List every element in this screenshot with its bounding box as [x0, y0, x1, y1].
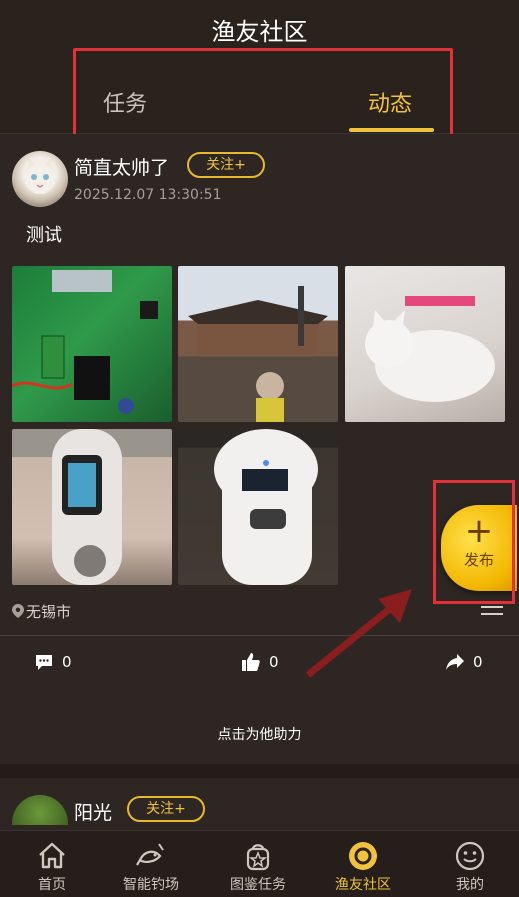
home-icon — [39, 842, 65, 869]
tabbar-item-community[interactable]: 渔友社区 — [311, 830, 415, 894]
post-photo-temple-gate[interactable] — [178, 266, 338, 422]
post-location: 无锡市 — [12, 601, 71, 622]
tabs-highlight-box — [73, 48, 453, 144]
badge-icon — [246, 844, 270, 871]
tabbar-label-profile: 我的 — [456, 877, 484, 893]
post-photo-scanner-device[interactable] — [178, 429, 338, 585]
like-button[interactable]: 0 — [241, 652, 279, 672]
location-pin-icon — [12, 604, 24, 618]
post-username[interactable]: 简直太帅了 — [74, 153, 169, 180]
avatar[interactable] — [12, 151, 68, 207]
post-photo-circuit-board[interactable] — [12, 266, 172, 422]
tabbar-item-profile[interactable]: 我的 — [418, 830, 519, 894]
post-text: 测试 — [26, 225, 62, 246]
post-separator — [0, 764, 519, 778]
share-count: 0 — [473, 653, 483, 671]
comment-button[interactable]: 0 — [34, 652, 72, 672]
post-timestamp: 2025.12.07 13:30:51 — [74, 187, 222, 203]
tabbar-label-badge: 图鉴任务 — [230, 877, 286, 893]
share-button[interactable]: 0 — [445, 652, 483, 672]
publish-highlight-box — [433, 480, 515, 604]
fishing-icon — [136, 843, 164, 866]
tabbar-item-fishing[interactable]: 智能钓场 — [99, 830, 203, 894]
profile-icon — [455, 841, 485, 871]
like-count: 0 — [269, 653, 279, 671]
thumbs-up-icon — [242, 653, 260, 671]
tabbar-item-badge[interactable]: 图鉴任务 — [206, 830, 310, 894]
cat-avatar-icon — [25, 157, 55, 194]
community-icon — [349, 842, 377, 870]
location-label: 无锡市 — [26, 603, 72, 621]
tabbar-label-community: 渔友社区 — [335, 877, 391, 893]
post2-username[interactable]: 阳光 — [74, 798, 112, 825]
post-photo-handheld-device[interactable] — [12, 429, 172, 585]
follow-button-2[interactable]: 关注+ — [127, 796, 205, 822]
more-menu-icon[interactable] — [481, 606, 503, 620]
help-boost-button[interactable]: 点击为他助力 — [0, 724, 519, 744]
tabbar-item-home[interactable]: 首页 — [0, 830, 104, 894]
tabbar-label-fishing: 智能钓场 — [123, 877, 179, 893]
divider — [0, 635, 519, 636]
page-title: 渔友社区 — [211, 18, 308, 46]
comment-icon — [36, 655, 52, 670]
annotation-arrow-icon — [305, 589, 412, 678]
post-photo-white-cat[interactable] — [345, 266, 505, 422]
follow-button[interactable]: 关注+ — [187, 152, 265, 178]
tabbar-label-home: 首页 — [38, 877, 66, 893]
comment-count: 0 — [62, 653, 72, 671]
share-icon — [446, 654, 464, 670]
